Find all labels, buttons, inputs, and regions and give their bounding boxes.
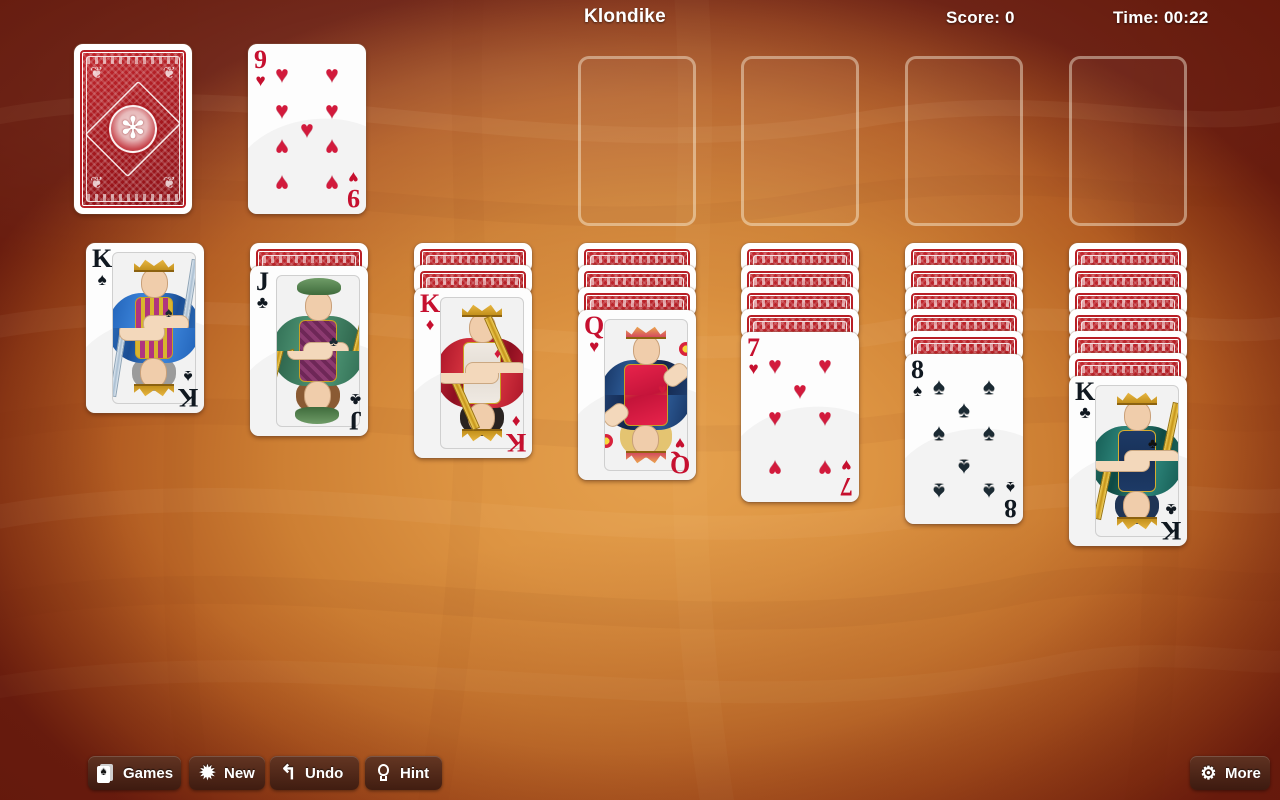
card-index-top: Q ♥ [584, 311, 605, 356]
foundation-slot-1[interactable] [578, 56, 696, 226]
card-index-top: K ♦ [420, 289, 441, 334]
card-index-top: K ♣ [1075, 377, 1096, 422]
court-half-top: ♠ ♠ [113, 253, 195, 328]
tableau-card-k-spades[interactable]: K ♠ ♠ ♠ [86, 243, 204, 413]
court-half-bottom [277, 351, 359, 426]
card-back-leaf-icon: ❦ [90, 65, 104, 82]
court-half-top: ♣ ♣ [1096, 386, 1178, 461]
tableau-card-7-hearts[interactable]: 7 ♥ ♥ ♥ ♥ ♥ ♥ ♥ ♥ 7 ♥ [741, 332, 859, 502]
bottom-toolbar: ♠ Games ✹ New ↰ Undo Hint ⚙ More [0, 748, 1280, 800]
card-index-bottom: 8 ♠ [1004, 478, 1017, 523]
waste-pile-card[interactable]: 9 ♥ ♥ ♥ ♥ ♥ ♥ ♥ ♥ ♥ ♥ 9 ♥ [248, 44, 366, 214]
card-back-leaf-icon: ❦ [162, 65, 176, 82]
court-half-top: ♦ ♥ [441, 298, 523, 373]
card-index-top: K ♠ [92, 244, 113, 289]
tableau-card-k-clubs[interactable]: K ♣ ♣ ♣ [1069, 376, 1187, 546]
tableau-card-j-clubs[interactable]: J ♣ ♣ ♣ [250, 266, 368, 436]
tableau-card-k-diamonds[interactable]: K ♦ ♦ ♥ [414, 288, 532, 458]
card-index-bottom: 7 ♥ [840, 456, 853, 501]
foundation-slot-4[interactable] [1069, 56, 1187, 226]
tableau-card-q-hearts[interactable]: Q ♥ ♥ Q ♥ [578, 310, 696, 480]
more-button-label: More [1225, 764, 1261, 782]
starburst-icon: ✹ [199, 762, 216, 784]
lightbulb-icon [374, 763, 393, 783]
card-index-bottom: 9 ♥ [347, 168, 360, 213]
games-button[interactable]: ♠ Games [88, 756, 181, 790]
card-back-art: ❦ ❦ ❦ ❦ [78, 48, 188, 210]
new-button-label: New [224, 764, 255, 782]
undo-arrow-icon: ↰ [280, 761, 297, 784]
foundation-slot-2[interactable] [741, 56, 859, 226]
game-board: ❦ ❦ ❦ ❦ 9 ♥ ♥ ♥ ♥ ♥ ♥ ♥ ♥ ♥ ♥ 9 ♥ [0, 0, 1280, 800]
card-back-leaf-icon: ❦ [90, 175, 104, 192]
undo-button-label: Undo [305, 764, 344, 782]
games-button-label: Games [123, 764, 174, 782]
card-back-leaf-icon: ❦ [162, 175, 176, 192]
hint-button-label: Hint [400, 764, 430, 782]
card-index-bottom: K ♦ [505, 412, 526, 457]
hint-button[interactable]: Hint [365, 756, 442, 790]
page-title: Klondike [584, 6, 666, 27]
card-index-bottom: J ♣ [349, 390, 362, 435]
card-back-medallion [109, 105, 157, 153]
more-button[interactable]: ⚙ More [1190, 756, 1270, 790]
court-half-top: ♥ [605, 320, 687, 395]
stock-pile[interactable]: ❦ ❦ ❦ ❦ [74, 44, 192, 214]
new-button[interactable]: ✹ New [189, 756, 265, 790]
tableau-card-8-spades[interactable]: 8 ♠ ♠ ♠ ♠ ♠ ♠ ♠ ♠ ♠ 8 ♠ [905, 354, 1023, 524]
status-bar: Klondike Score: 0 Time: 00:22 [0, 0, 1280, 38]
court-half-top: ♣ ♣ [277, 276, 359, 351]
foundation-slot-3[interactable] [905, 56, 1023, 226]
card-index-bottom: K ♣ [1160, 500, 1181, 545]
undo-button[interactable]: ↰ Undo [270, 756, 359, 790]
timer-label: Time: 00:22 [1113, 8, 1209, 27]
card-index-top: J ♣ [256, 267, 269, 312]
score-label: Score: 0 [946, 8, 1015, 27]
card-index-bottom: Q ♥ [669, 434, 690, 479]
card-index-bottom: K ♠ [177, 367, 198, 412]
gear-icon: ⚙ [1200, 762, 1217, 783]
court-figure-jack-clubs: ♣ ♣ [276, 275, 360, 427]
cards-icon: ♠ [97, 763, 116, 783]
